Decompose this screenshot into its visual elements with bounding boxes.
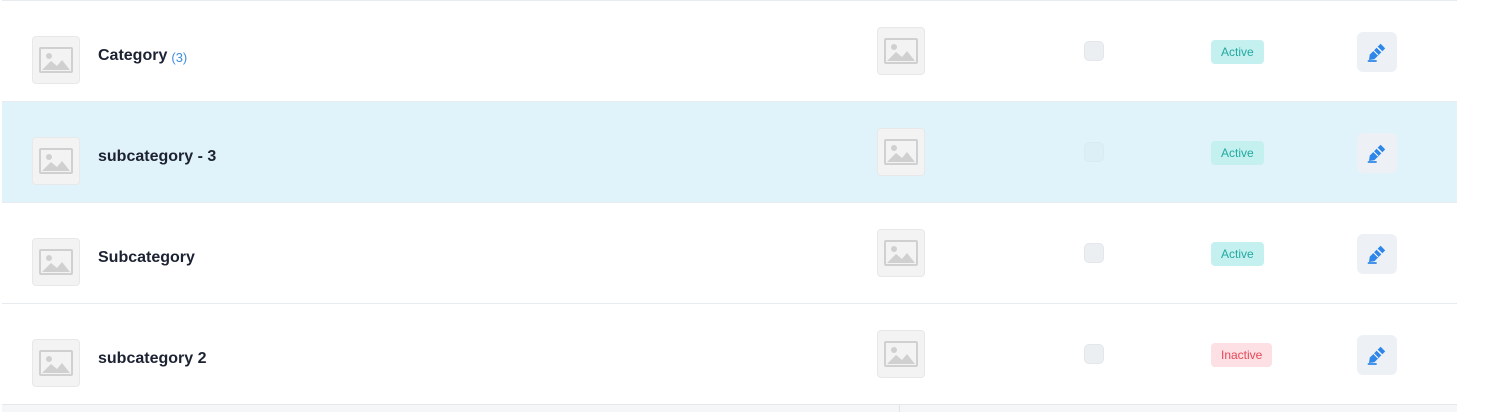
category-image — [877, 128, 925, 176]
status-badge: Active — [1211, 40, 1264, 64]
image-placeholder-icon — [39, 148, 73, 174]
row-checkbox[interactable] — [1084, 41, 1104, 61]
status-badge: Active — [1211, 141, 1264, 165]
column-divider — [899, 405, 900, 412]
subcategory-count[interactable]: (3) — [171, 50, 187, 65]
edit-pencil-icon — [1367, 346, 1386, 365]
category-image — [877, 229, 925, 277]
table-footer — [2, 404, 1457, 412]
edit-pencil-icon — [1367, 245, 1386, 264]
category-table: Category (3) Active subcategory - 3 Acti… — [2, 0, 1457, 413]
edit-pencil-icon — [1367, 43, 1386, 62]
category-name[interactable]: subcategory - 3 — [98, 102, 216, 202]
category-name-label: subcategory 2 — [98, 350, 207, 367]
image-placeholder-icon — [39, 47, 73, 73]
row-checkbox[interactable] — [1084, 344, 1104, 364]
row-checkbox[interactable] — [1084, 142, 1104, 162]
table-row[interactable]: Category (3) Active — [2, 1, 1457, 102]
category-name-label: Subcategory — [98, 249, 195, 266]
category-name[interactable]: Subcategory — [98, 203, 195, 303]
category-thumbnail — [32, 339, 80, 387]
table-row[interactable]: Subcategory Active — [2, 203, 1457, 304]
category-thumbnail — [32, 137, 80, 185]
image-placeholder-icon — [39, 249, 73, 275]
edit-button[interactable] — [1357, 32, 1397, 72]
edit-pencil-icon — [1367, 144, 1386, 163]
edit-button[interactable] — [1357, 133, 1397, 173]
edit-button[interactable] — [1357, 335, 1397, 375]
category-name-label: subcategory - 3 — [98, 148, 217, 165]
edit-button[interactable] — [1357, 234, 1397, 274]
category-name[interactable]: Category (3) — [98, 1, 187, 101]
category-name[interactable]: subcategory 2 — [98, 304, 206, 404]
image-placeholder-icon — [39, 350, 73, 376]
category-thumbnail — [32, 238, 80, 286]
category-image — [877, 330, 925, 378]
image-placeholder-icon — [884, 240, 918, 266]
image-placeholder-icon — [884, 38, 918, 64]
status-badge: Active — [1211, 242, 1264, 266]
category-image — [877, 27, 925, 75]
category-thumbnail — [32, 36, 80, 84]
row-checkbox[interactable] — [1084, 243, 1104, 263]
image-placeholder-icon — [884, 139, 918, 165]
status-badge: Inactive — [1211, 343, 1273, 367]
image-placeholder-icon — [884, 341, 918, 367]
table-row[interactable]: subcategory - 3 Active — [2, 102, 1457, 203]
category-name-label: Category — [98, 47, 168, 64]
table-row[interactable]: subcategory 2 Inactive — [2, 304, 1457, 405]
